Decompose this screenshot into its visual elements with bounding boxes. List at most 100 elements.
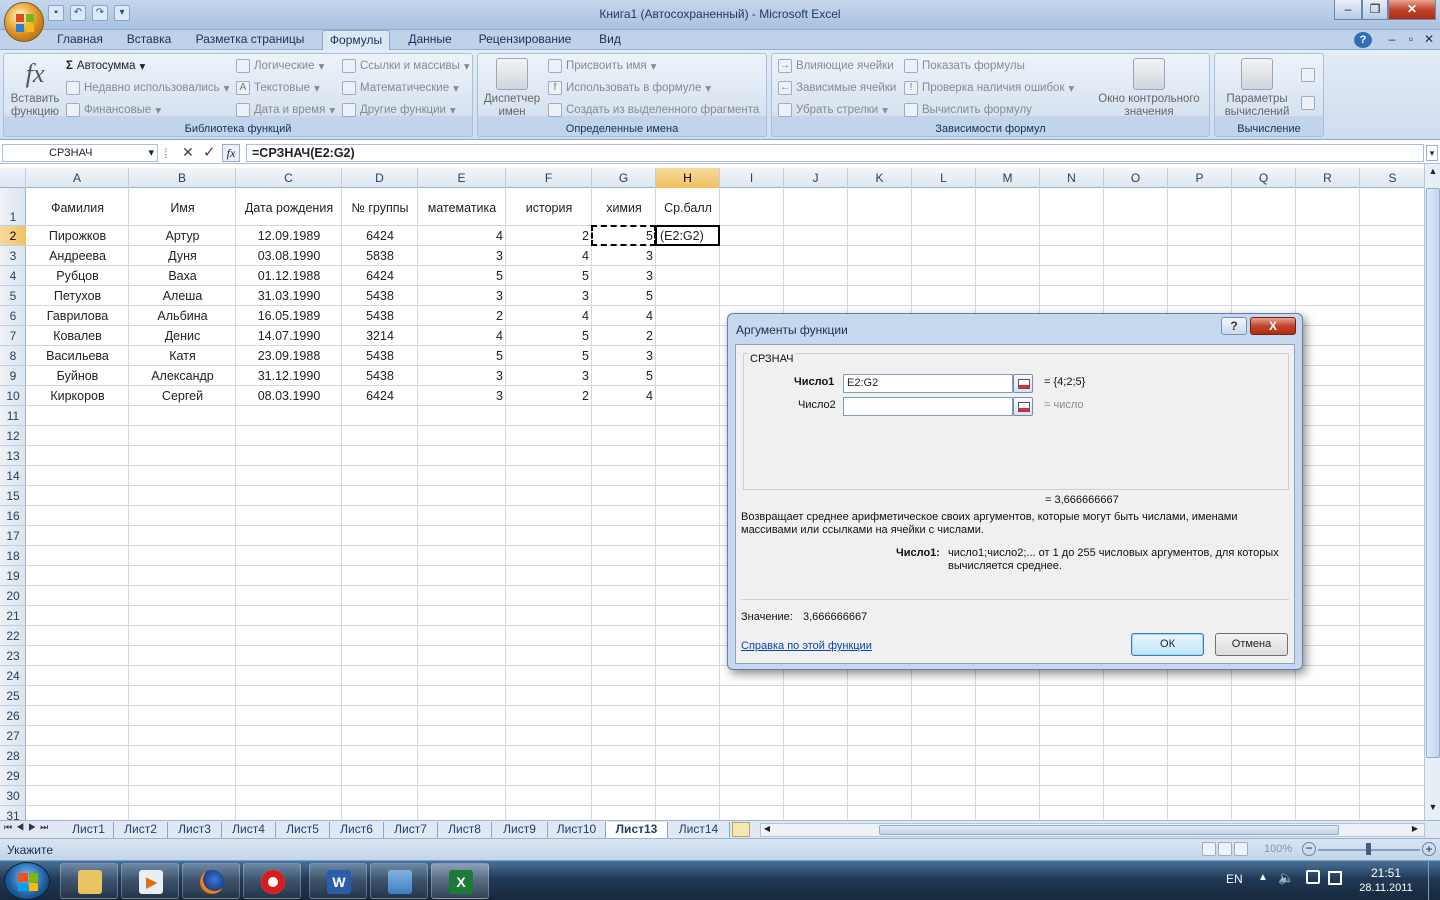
resize-handle-icon[interactable]: ⁞ xyxy=(164,146,168,161)
language-indicator[interactable]: EN xyxy=(1226,872,1243,886)
horizontal-scrollbar[interactable]: ◀ ▶ xyxy=(760,823,1425,837)
error-checking-button[interactable]: ! Проверка наличия ошибок ▾ xyxy=(904,81,1074,95)
sheet-tab[interactable]: Лист6 xyxy=(330,822,384,838)
row-header[interactable]: 13 xyxy=(0,446,26,466)
expand-formula-bar-icon[interactable]: ▾ xyxy=(1426,145,1438,161)
table-cell[interactable]: 3 xyxy=(418,246,506,266)
sheet-tab[interactable]: Лист3 xyxy=(168,822,222,838)
taskbar-picture-viewer[interactable] xyxy=(370,863,428,899)
table-cell[interactable]: 4 xyxy=(506,246,592,266)
help-link[interactable]: Справка по этой функции xyxy=(741,640,872,652)
table-cell[interactable]: 4 xyxy=(418,226,506,246)
table-header-cell[interactable]: математика xyxy=(418,198,506,218)
evaluate-formula-button[interactable]: Вычислить формулу xyxy=(904,103,1032,117)
zoom-level[interactable]: 100% xyxy=(1264,843,1292,855)
table-cell[interactable]: Гаврилова xyxy=(26,306,129,326)
table-cell[interactable]: Петухов xyxy=(26,286,129,306)
row-header[interactable]: 11 xyxy=(0,406,26,426)
scroll-up-icon[interactable]: ▲ xyxy=(1426,166,1440,180)
table-cell[interactable]: 2 xyxy=(418,306,506,326)
row-header[interactable]: 6 xyxy=(0,306,26,326)
table-cell[interactable]: Александр xyxy=(129,366,236,386)
cancel-button[interactable]: Отмена xyxy=(1215,633,1288,656)
table-cell[interactable]: Катя xyxy=(129,346,236,366)
logical-button[interactable]: Логические ▾ xyxy=(236,59,324,73)
table-header-cell[interactable]: химия xyxy=(592,198,656,218)
calculate-sheet-button[interactable] xyxy=(1301,96,1315,110)
action-center-icon[interactable] xyxy=(1328,871,1342,885)
table-header-cell[interactable]: Фамилия xyxy=(26,198,129,218)
sheet-tab[interactable]: Лист13 xyxy=(606,822,668,838)
column-header[interactable]: A xyxy=(26,168,129,188)
datetime-button[interactable]: Дата и время ▾ xyxy=(236,103,335,117)
table-cell[interactable]: 01.12.1988 xyxy=(236,266,342,286)
table-cell[interactable]: 6424 xyxy=(342,386,418,406)
row-header[interactable]: 21 xyxy=(0,606,26,626)
column-header[interactable]: D xyxy=(342,168,418,188)
text-functions-button[interactable]: A Текстовые ▾ xyxy=(236,81,320,95)
taskbar-explorer[interactable] xyxy=(60,863,118,899)
clock-time[interactable]: 21:51 xyxy=(1356,866,1416,880)
table-cell[interactable]: Киркоров xyxy=(26,386,129,406)
column-header[interactable]: F xyxy=(506,168,592,188)
sheet-tab[interactable]: Лист7 xyxy=(384,822,438,838)
table-cell[interactable]: 08.03.1990 xyxy=(236,386,342,406)
enter-icon[interactable]: ✓ xyxy=(203,143,216,161)
table-cell[interactable]: 16.05.1989 xyxy=(236,306,342,326)
table-cell[interactable]: 2 xyxy=(506,226,592,246)
insert-sheet-icon[interactable] xyxy=(732,822,750,837)
table-cell[interactable]: 5838 xyxy=(342,246,418,266)
table-cell[interactable]: 3 xyxy=(592,266,656,286)
vertical-scrollbar[interactable]: ▲ ▼ xyxy=(1424,164,1440,820)
column-header[interactable]: C xyxy=(236,168,342,188)
table-cell[interactable]: Альбина xyxy=(129,306,236,326)
ribbon-restore-icon[interactable]: ▫ xyxy=(1404,30,1418,50)
row-header[interactable]: 26 xyxy=(0,706,26,726)
scroll-right-icon[interactable]: ▶ xyxy=(1409,824,1421,836)
table-cell[interactable]: 5438 xyxy=(342,286,418,306)
table-cell[interactable]: 5 xyxy=(418,346,506,366)
row-header[interactable]: 22 xyxy=(0,626,26,646)
maximize-button[interactable]: ❐ xyxy=(1362,0,1388,20)
table-cell[interactable]: 5 xyxy=(592,286,656,306)
table-header-cell[interactable]: Ср.балл xyxy=(656,198,720,218)
table-cell[interactable]: Сергей xyxy=(129,386,236,406)
show-hidden-icons-icon[interactable]: ▲ xyxy=(1258,872,1268,883)
table-header-cell[interactable]: № группы xyxy=(342,198,418,218)
table-cell[interactable]: 3 xyxy=(418,366,506,386)
column-header[interactable]: K xyxy=(848,168,912,188)
table-cell[interactable]: Рубцов xyxy=(26,266,129,286)
calculation-options-button[interactable]: Параметры вычислений xyxy=(1217,58,1297,119)
table-cell[interactable]: 14.07.1990 xyxy=(236,326,342,346)
row-header[interactable]: 23 xyxy=(0,646,26,666)
table-cell[interactable]: 2 xyxy=(592,326,656,346)
row-header[interactable]: 3 xyxy=(0,246,26,266)
row-header[interactable]: 25 xyxy=(0,686,26,706)
column-header[interactable]: O xyxy=(1104,168,1168,188)
row-header[interactable]: 10 xyxy=(0,386,26,406)
row-header[interactable]: 14 xyxy=(0,466,26,486)
row-header[interactable]: 2 xyxy=(0,226,26,246)
sheet-tab[interactable]: Лист14 xyxy=(668,822,730,838)
row-header[interactable]: 19 xyxy=(0,566,26,586)
table-header-cell[interactable]: Дата рождения xyxy=(236,198,342,218)
taskbar-opera[interactable] xyxy=(243,863,301,899)
row-header[interactable]: 30 xyxy=(0,786,26,806)
clock-date[interactable]: 28.11.2011 xyxy=(1352,882,1420,894)
table-header-cell[interactable]: Имя xyxy=(129,198,236,218)
table-cell[interactable]: 3 xyxy=(506,366,592,386)
taskbar-excel[interactable]: X xyxy=(431,863,489,899)
scroll-thumb[interactable] xyxy=(1426,188,1440,758)
column-header[interactable]: Q xyxy=(1232,168,1296,188)
taskbar-media-player[interactable]: ▶ xyxy=(121,863,179,899)
table-cell[interactable]: 5 xyxy=(418,266,506,286)
table-cell[interactable]: 5438 xyxy=(342,366,418,386)
arg2-input[interactable] xyxy=(843,397,1013,416)
scroll-down-icon[interactable]: ▼ xyxy=(1426,802,1440,816)
table-cell[interactable]: 23.09.1988 xyxy=(236,346,342,366)
minimize-button[interactable]: – xyxy=(1334,0,1362,20)
math-button[interactable]: Математические ▾ xyxy=(342,81,459,95)
dialog-help-button[interactable]: ? xyxy=(1221,317,1247,335)
table-cell[interactable]: 5 xyxy=(506,266,592,286)
zoom-slider-handle[interactable] xyxy=(1366,843,1371,855)
